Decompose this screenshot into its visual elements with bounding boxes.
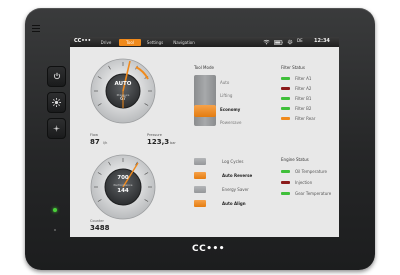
mode-auto[interactable]: Auto bbox=[220, 80, 229, 85]
brightness-up-button[interactable] bbox=[47, 92, 66, 113]
display-screen: CC••• Drive Tool Settings Navigation DE … bbox=[70, 37, 339, 237]
tab-drive[interactable]: Drive bbox=[95, 39, 117, 46]
performance-gauge bbox=[90, 154, 156, 220]
pressure-unit: bar bbox=[170, 141, 176, 145]
tab-navigation[interactable]: Navigation bbox=[169, 39, 199, 46]
tool-mode-slider-track[interactable] bbox=[194, 75, 216, 126]
pressure-gauge bbox=[90, 58, 156, 124]
settings-icon[interactable] bbox=[287, 39, 293, 45]
filter-status-title: Filter Status bbox=[281, 65, 305, 70]
tab-tool[interactable]: Tool bbox=[119, 39, 141, 46]
filter-label: Filter A2 bbox=[295, 86, 312, 91]
status-indicator bbox=[281, 170, 290, 173]
toggle-switch[interactable] bbox=[194, 172, 206, 179]
light-sensor bbox=[54, 229, 56, 231]
flow-value: 87 bbox=[90, 138, 100, 146]
flow-label: Flow bbox=[90, 133, 98, 137]
speaker-grille bbox=[32, 25, 40, 32]
engine-label: Gear Temperature bbox=[295, 191, 332, 196]
status-indicator bbox=[281, 107, 290, 110]
flow-unit: l/h bbox=[103, 141, 108, 145]
mode-powersave[interactable]: Powersave bbox=[220, 120, 241, 125]
clock: 12:34 bbox=[314, 38, 330, 44]
counter-label: Counter bbox=[90, 219, 104, 223]
power-button[interactable] bbox=[47, 66, 66, 87]
toggle-switch[interactable] bbox=[194, 200, 206, 207]
top-bar: CC••• Drive Tool Settings Navigation DE … bbox=[70, 37, 339, 47]
status-indicator bbox=[281, 97, 290, 100]
engine-status-title: Engine Status bbox=[281, 157, 309, 162]
mode-lifting[interactable]: Lifting bbox=[220, 93, 232, 98]
filter-label: Filter Rear bbox=[295, 116, 316, 121]
status-led bbox=[53, 208, 57, 212]
toggle-switch[interactable] bbox=[194, 186, 206, 193]
pressure-value: 123,3 bbox=[147, 138, 170, 146]
option-label: Energy Saver bbox=[222, 187, 249, 192]
tab-settings[interactable]: Settings bbox=[143, 39, 167, 46]
pressure-label: Pressure bbox=[147, 133, 162, 137]
gauge-secondary-value: 144 bbox=[117, 188, 129, 194]
battery-icon bbox=[274, 39, 283, 45]
engine-label: Injection bbox=[295, 180, 313, 185]
tool-mode-title: Tool Mode bbox=[194, 65, 214, 70]
tool-mode-slider-thumb[interactable] bbox=[194, 105, 216, 117]
toggle-switch[interactable] bbox=[194, 158, 206, 165]
brightness-icon bbox=[52, 98, 61, 107]
option-label: Log Cycles bbox=[222, 159, 244, 164]
gauge-primary-value: 700 bbox=[117, 175, 129, 181]
filter-label: Filter B2 bbox=[295, 106, 312, 111]
status-indicator bbox=[281, 181, 290, 184]
wifi-icon bbox=[263, 39, 270, 45]
brightness-down-button[interactable] bbox=[47, 118, 66, 139]
brand-logo: CC••• bbox=[192, 244, 225, 254]
gauge-sublabel-lower: Performance bbox=[113, 183, 133, 187]
power-icon bbox=[53, 72, 60, 80]
status-indicator bbox=[281, 77, 290, 80]
status-indicator bbox=[281, 117, 290, 120]
status-indicator bbox=[281, 192, 290, 195]
filter-label: Filter B1 bbox=[295, 96, 312, 101]
gauge-mode-label: AUTO bbox=[114, 81, 132, 87]
language-indicator: DE bbox=[297, 38, 303, 43]
filter-label: Filter A1 bbox=[295, 76, 312, 81]
mode-economy[interactable]: Economy bbox=[220, 107, 240, 112]
dim-icon bbox=[53, 125, 60, 132]
counter-value: 3488 bbox=[90, 224, 110, 232]
status-indicator bbox=[281, 87, 290, 90]
option-label: Auto Align bbox=[222, 201, 246, 206]
app-logo: CC••• bbox=[74, 38, 91, 44]
option-label: Auto Reverse bbox=[222, 173, 253, 178]
gauge-value: 67 bbox=[120, 97, 126, 102]
engine-label: Oil Temperature bbox=[295, 169, 327, 174]
